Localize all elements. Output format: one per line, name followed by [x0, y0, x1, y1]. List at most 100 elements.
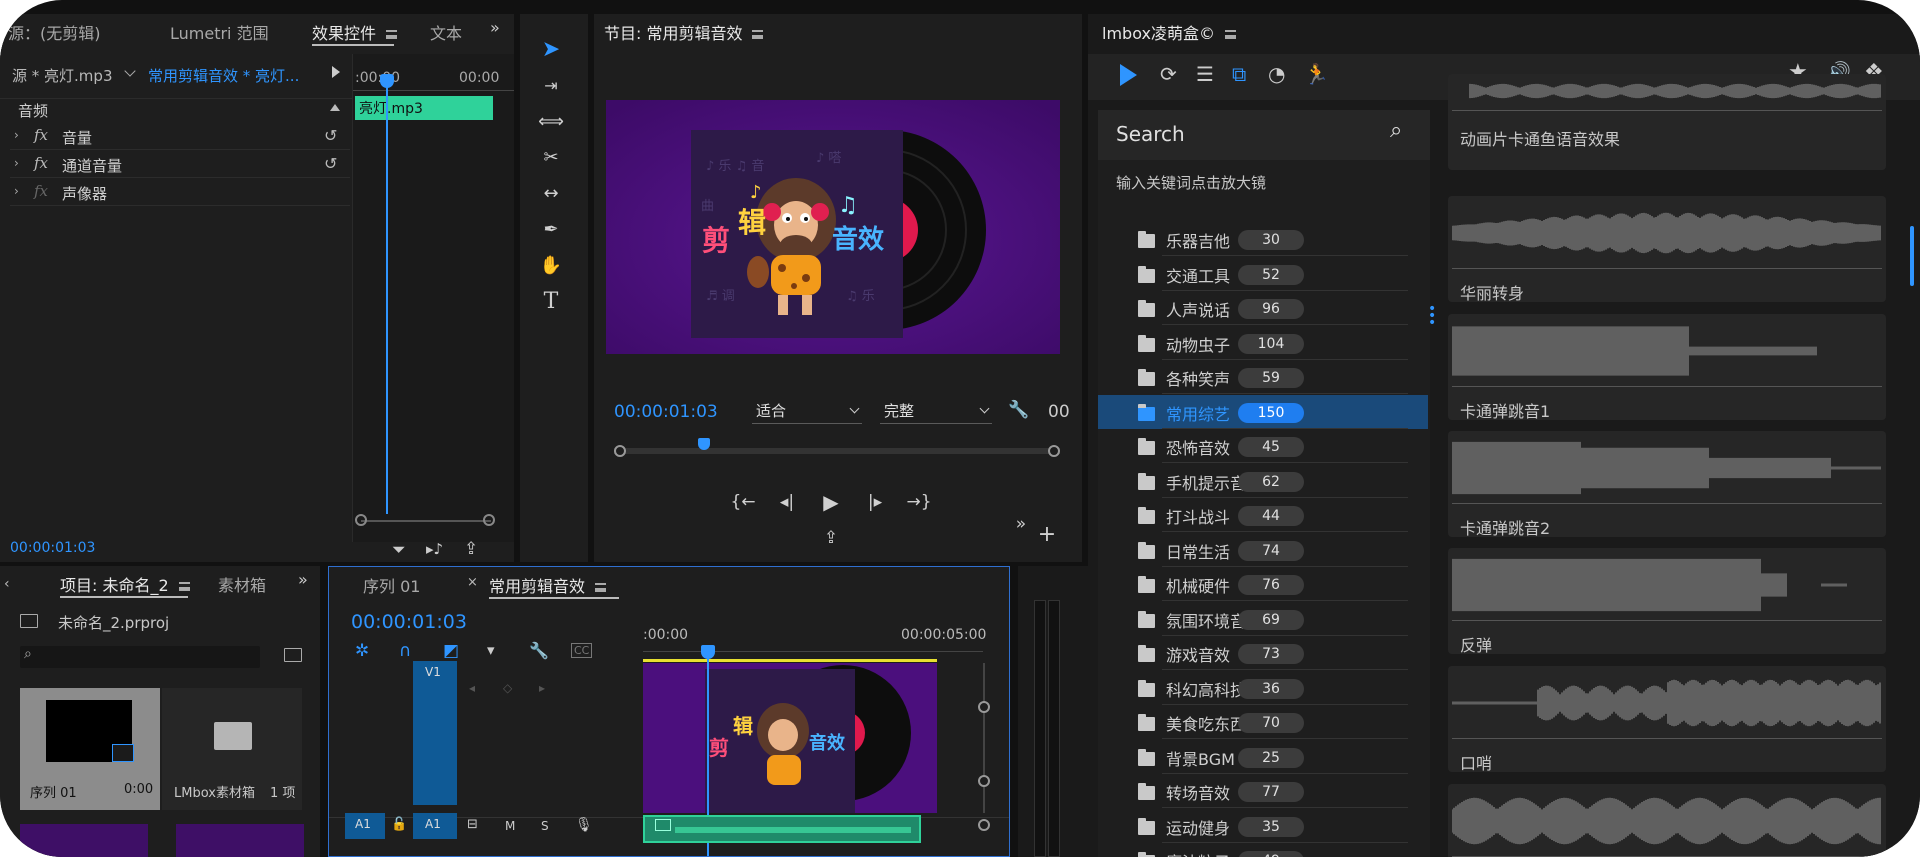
panel-menu-icon[interactable] [752, 30, 764, 39]
add-button-icon[interactable]: + [1032, 522, 1062, 547]
project-item-thumb-b[interactable] [176, 824, 304, 857]
lock-icon[interactable]: 🔓 [391, 817, 407, 832]
tabs-overflow-icon[interactable]: » [298, 570, 308, 589]
tab-text[interactable]: 文本 [430, 20, 462, 44]
tab-lumetri-scopes[interactable]: Lumetri 范围 [170, 20, 269, 44]
mini-scroll-left-handle[interactable] [355, 514, 367, 526]
sound-card[interactable] [1448, 784, 1886, 857]
tab-source[interactable]: 源：(无剪辑) [8, 20, 101, 44]
tabs-overflow-icon[interactable]: » [490, 18, 500, 37]
video-clip[interactable]: 剪 辑 音效 [643, 663, 937, 813]
effect-row-channel-volume[interactable]: › fx 通道音量 ↺ [10, 152, 350, 178]
microphone-icon[interactable]: 🎙 [575, 817, 593, 833]
marker-icon[interactable]: ▾ [487, 641, 495, 659]
captions-icon[interactable]: CC [571, 643, 593, 658]
effect-controls-timecode[interactable]: 00:00:01:03 [10, 540, 95, 556]
export-frame-icon[interactable]: ⇪ [816, 528, 846, 548]
sound-card[interactable]: 卡通弹跳音2 [1448, 431, 1886, 537]
track-a1-header[interactable]: A1 [413, 813, 457, 839]
fit-dropdown[interactable]: 适合 [752, 400, 862, 424]
reset-icon[interactable]: ↺ [324, 126, 337, 145]
go-to-in-icon[interactable]: {← [728, 492, 758, 512]
snap-icon[interactable]: ✲ [355, 641, 369, 661]
slip-tool-icon[interactable]: ↔ [536, 178, 566, 208]
mute-button[interactable]: M [505, 819, 515, 833]
play-audio-icon[interactable]: ▸♪ [426, 540, 443, 558]
go-to-out-icon[interactable]: →} [904, 492, 934, 512]
collapse-caret-icon[interactable] [330, 104, 340, 111]
tab-project[interactable]: 项目: 未命名_2 [60, 572, 190, 596]
step-back-icon[interactable]: ◂| [772, 492, 802, 512]
program-monitor-title[interactable]: 节目: 常用剪辑音效 [604, 20, 764, 44]
program-scrubber[interactable] [614, 440, 1060, 458]
track-a1-source[interactable]: A1 [345, 813, 385, 839]
scrubber-start-handle[interactable] [614, 445, 626, 457]
audio-clip[interactable] [643, 815, 921, 843]
expand-caret-icon[interactable]: › [14, 184, 19, 198]
play-icon[interactable]: ▶ [816, 490, 846, 514]
timeline-timecode[interactable]: 00:00:01:03 [351, 611, 467, 633]
keyframe-add-icon[interactable]: ◇ [503, 681, 512, 695]
step-forward-icon[interactable]: |▸ [860, 492, 890, 512]
sound-card[interactable]: 华丽转身 [1448, 196, 1886, 302]
lmbox-scrollbar[interactable] [1910, 226, 1914, 286]
project-item-sequence[interactable]: 序列 01 0:00 [20, 688, 160, 810]
tab-close-icon[interactable]: × [467, 575, 478, 590]
program-viewer[interactable]: ♪ 乐 ♫ 音 ♪ 嗒 曲 ♫ 乐 ♬ 调 剪 辑 音效 ♫ ♪ [606, 100, 1060, 354]
expand-caret-icon[interactable]: › [14, 156, 19, 170]
track-select-tool-icon[interactable]: ⇥ [536, 70, 566, 100]
magnet-icon[interactable]: ∩ [399, 641, 411, 661]
timeline-vertical-scroll[interactable] [983, 663, 985, 813]
source-clip-label[interactable]: 源 * 亮灯.mp3 [12, 65, 112, 86]
scrubber-end-handle[interactable] [1048, 445, 1060, 457]
expand-caret-icon[interactable]: › [14, 128, 19, 142]
pen-tool-icon[interactable]: ✒ [536, 214, 566, 244]
mini-scroll-right-handle[interactable] [483, 514, 495, 526]
sequence-clip-label[interactable]: 常用剪辑音效 * 亮灯... [148, 65, 299, 86]
track-v1-header[interactable]: V1 [413, 661, 457, 805]
export-icon[interactable]: ⇪ [464, 539, 478, 559]
project-search-input[interactable]: ⌕ [20, 646, 260, 668]
mini-playhead[interactable] [386, 74, 388, 514]
razor-tool-icon[interactable]: ✂ [536, 142, 566, 172]
mini-clip[interactable]: 亮灯.mp3 [355, 96, 493, 120]
ripple-edit-tool-icon[interactable]: ⟺ [536, 106, 566, 136]
hand-tool-icon[interactable]: ✋ [536, 250, 566, 280]
sound-card[interactable]: 卡通弹跳音1 [1448, 314, 1886, 420]
effect-row-volume[interactable]: › fx 音量 ↺ [10, 124, 350, 150]
program-playhead[interactable] [698, 438, 710, 450]
tab-effect-controls[interactable]: 效果控件 [312, 20, 398, 44]
tab-sequence-01[interactable]: 序列 01 [363, 573, 420, 597]
wrench-icon[interactable]: 🔧 [1008, 400, 1029, 420]
mini-playhead-handle[interactable] [380, 74, 394, 88]
wrench-icon[interactable]: 🔧 [529, 641, 549, 660]
sound-card[interactable]: 口哨 [1448, 666, 1886, 772]
work-area-bar[interactable] [643, 659, 937, 662]
tab-sequence-active[interactable]: 常用剪辑音效 [489, 573, 607, 597]
linked-selection-icon[interactable]: ◩ [443, 641, 459, 661]
solo-button[interactable]: S [541, 819, 549, 833]
tab-bin[interactable]: 素材箱 [218, 572, 266, 596]
panel-menu-icon[interactable] [595, 583, 607, 592]
sound-card[interactable]: 反弹 [1448, 548, 1886, 654]
keyframe-prev-icon[interactable]: ◂ [469, 681, 475, 695]
play-only-icon[interactable] [332, 66, 340, 78]
track-output-icon[interactable]: ⊟ [467, 817, 478, 832]
new-bin-icon[interactable] [284, 648, 302, 662]
scroll-handle-bottom[interactable] [978, 775, 990, 787]
source-clip-dropdown-icon[interactable] [124, 65, 136, 77]
program-timecode[interactable]: 00:00:01:03 [614, 402, 718, 422]
mini-scroll-bar[interactable] [361, 520, 491, 522]
sound-card[interactable]: 动画片卡通鱼语音效果 [1448, 74, 1886, 170]
panel-menu-icon[interactable] [178, 582, 190, 591]
scroll-handle-audio[interactable] [978, 819, 990, 831]
project-item-thumb-a[interactable] [20, 824, 148, 857]
effect-row-panner[interactable]: › fx 声像器 [10, 180, 350, 206]
quality-dropdown[interactable]: 完整 [880, 400, 992, 424]
type-tool-icon[interactable]: T [536, 286, 566, 316]
project-item-bin[interactable]: LMbox素材箱 1 项 [162, 688, 302, 810]
selection-tool-icon[interactable]: ➤ [536, 34, 566, 64]
keyframe-next-icon[interactable]: ▸ [539, 681, 545, 695]
timeline-playhead-handle[interactable] [701, 645, 715, 659]
panel-left-arrow-icon[interactable]: ‹ [4, 576, 10, 592]
